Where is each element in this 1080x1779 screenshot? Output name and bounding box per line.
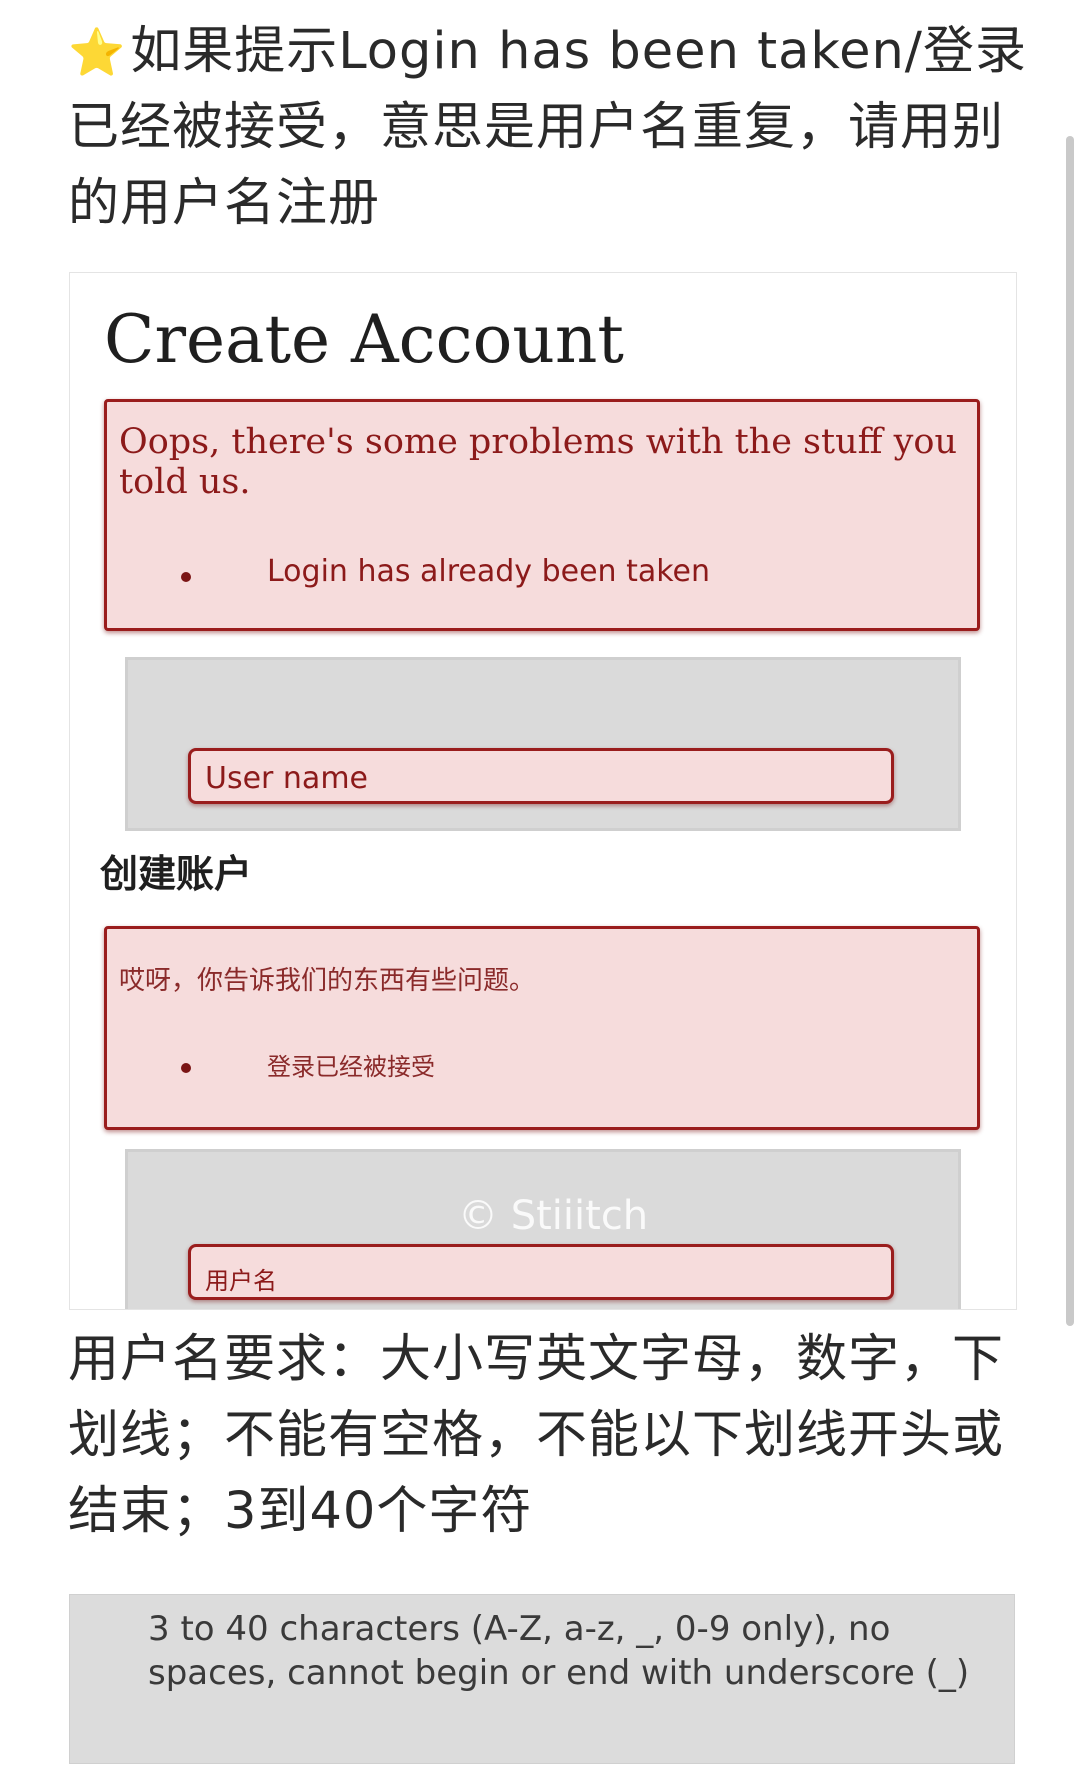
scrollbar[interactable] <box>1066 136 1074 1326</box>
error-message-chinese: 哎呀，你告诉我们的东西有些问题。 <box>119 966 536 996</box>
error-box-chinese: 哎呀，你告诉我们的东西有些问题。 登录已经被接受 <box>104 926 980 1130</box>
error-item: Login has already been taken <box>267 554 711 589</box>
form-panel-english: User name <box>125 657 961 831</box>
create-account-screenshot: Create Account Oops, there's some proble… <box>69 272 1017 1310</box>
star-icon: ⭐ <box>68 25 127 79</box>
username-input-chinese[interactable]: 用户名 <box>188 1244 894 1300</box>
page-title: Create Account <box>104 301 624 378</box>
error-box-english: Oops, there's some problems with the stu… <box>104 399 980 631</box>
intro-text: ⭐如果提示Login has been taken/登录已经被接受，意思是用户名… <box>68 14 1028 242</box>
page-title-chinese: 创建账户 <box>100 852 253 896</box>
bullet-icon <box>181 572 191 582</box>
bullet-icon <box>181 1063 191 1073</box>
error-message: Oops, there's some problems with the stu… <box>119 422 957 502</box>
watermark: © Stiiitch <box>458 1193 649 1239</box>
username-input[interactable]: User name <box>188 748 894 804</box>
username-hint-box: 3 to 40 characters (A-Z, a-z, _, 0-9 onl… <box>69 1594 1015 1764</box>
intro-text-body: 如果提示Login has been taken/登录已经被接受，意思是用户名重… <box>68 22 1027 233</box>
username-requirements: 用户名要求：大小写英文字母，数字，下划线；不能有空格，不能以下划线开头或结束；3… <box>68 1330 1005 1541</box>
error-item-chinese: 登录已经被接受 <box>267 1053 435 1081</box>
